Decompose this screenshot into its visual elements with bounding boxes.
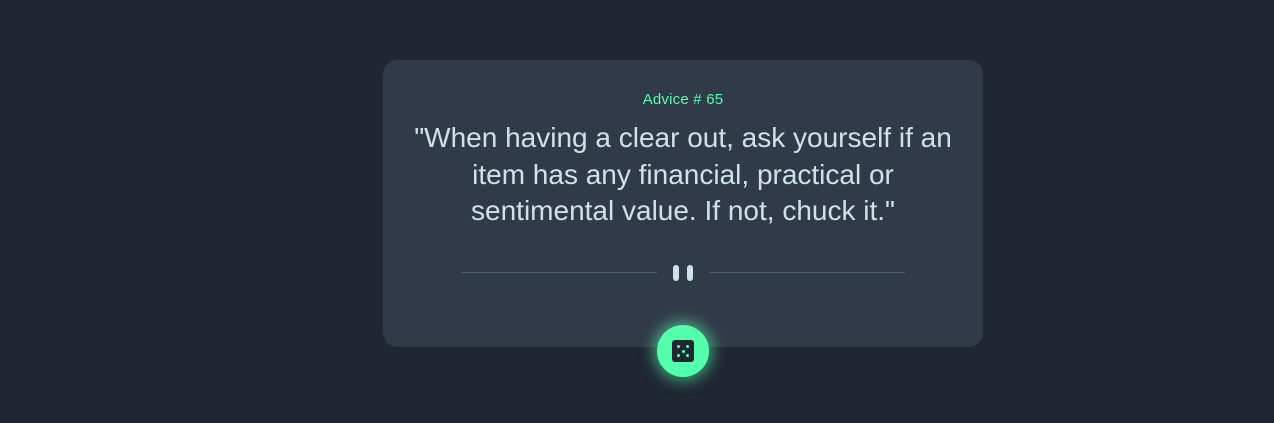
dice-pip xyxy=(677,345,680,348)
pause-bar xyxy=(687,265,693,281)
page: { "advice": { "label": "Advice #", "numb… xyxy=(0,0,1274,423)
new-advice-button[interactable] xyxy=(657,325,709,377)
dice-icon xyxy=(672,340,694,362)
advice-quote: "When having a clear out, ask yourself i… xyxy=(414,122,952,226)
advice-label: Advice # xyxy=(642,91,702,108)
pause-icon xyxy=(673,265,693,281)
advice-card: Advice # 65 "When having a clear out, as… xyxy=(383,60,983,347)
divider-line-right xyxy=(709,272,905,273)
advice-heading: Advice # 65 xyxy=(383,91,983,108)
dice-pip xyxy=(677,354,680,357)
divider-line-left xyxy=(461,272,657,273)
pause-bar xyxy=(673,265,679,281)
advice-number: 65 xyxy=(706,91,724,108)
dice-pip xyxy=(686,345,689,348)
dice-pip xyxy=(681,349,685,353)
divider xyxy=(461,262,905,282)
dice-pip xyxy=(686,354,689,357)
